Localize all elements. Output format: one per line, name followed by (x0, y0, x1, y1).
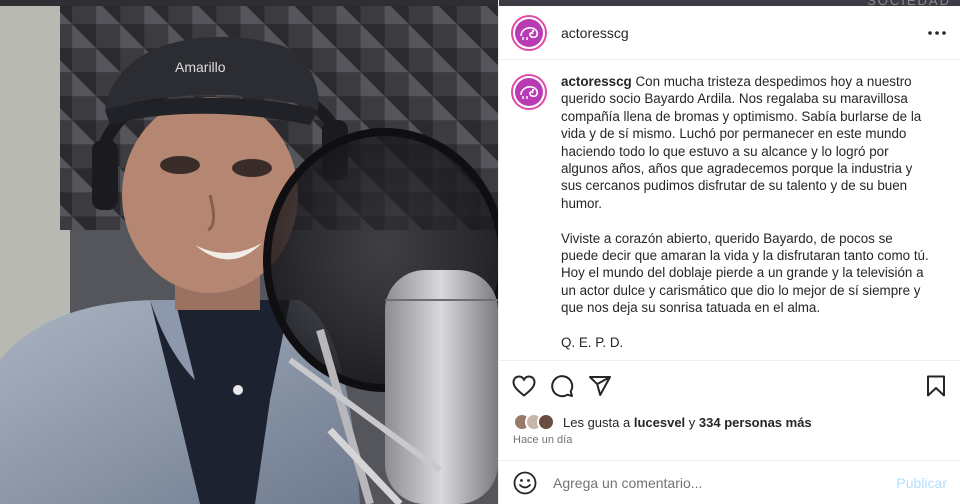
bookmark-icon[interactable] (923, 373, 949, 399)
post-photo[interactable]: Amarillo (0, 0, 498, 504)
action-bar (499, 360, 960, 410)
heart-icon[interactable] (511, 373, 537, 399)
caption-paragraph-3: Q. E. P. D. (561, 335, 624, 351)
cap-text: Amarillo (175, 59, 226, 75)
emoji-icon[interactable] (513, 471, 537, 495)
comment-box: Publicar (499, 460, 960, 504)
comment-input[interactable] (553, 474, 853, 491)
liker-avatars[interactable] (513, 412, 561, 432)
caption-area: actoresscg Con mucha tristeza despedimos… (499, 61, 960, 360)
caption-username[interactable]: actoresscg (561, 74, 632, 89)
more-options-icon[interactable] (925, 21, 949, 45)
share-icon[interactable] (587, 373, 613, 399)
post-timestamp[interactable]: Hace un día (513, 434, 572, 446)
likes-prefix: Les gusta a (563, 414, 631, 430)
post-username[interactable]: actoresscg (561, 25, 629, 41)
caption-paragraph-1: Con mucha tristeza despedimos hoy a nues… (561, 74, 922, 211)
likes-others[interactable]: 334 personas más (699, 415, 812, 430)
post-header: actoresscg (499, 6, 960, 60)
post-caption: actoresscg Con mucha tristeza despedimos… (561, 73, 931, 360)
caption-paragraph-2: Viviste a corazón abierto, querido Bayar… (561, 230, 929, 316)
likes-user[interactable]: lucesvel (634, 415, 685, 430)
caption-avatar[interactable] (511, 74, 547, 110)
comment-icon[interactable] (549, 373, 575, 399)
post-panel: SOCIEDAD actoresscg actoresscg Con mucha… (498, 0, 960, 504)
chameleon-logo-icon (515, 78, 543, 106)
avatar (537, 413, 555, 431)
photo-illustration: Amarillo (0, 0, 498, 504)
likes-summary: Les gusta a lucesvel y 334 personas más (513, 411, 812, 433)
publish-button[interactable]: Publicar (896, 475, 947, 491)
profile-avatar[interactable] (511, 14, 547, 51)
chameleon-logo-icon (515, 18, 543, 47)
